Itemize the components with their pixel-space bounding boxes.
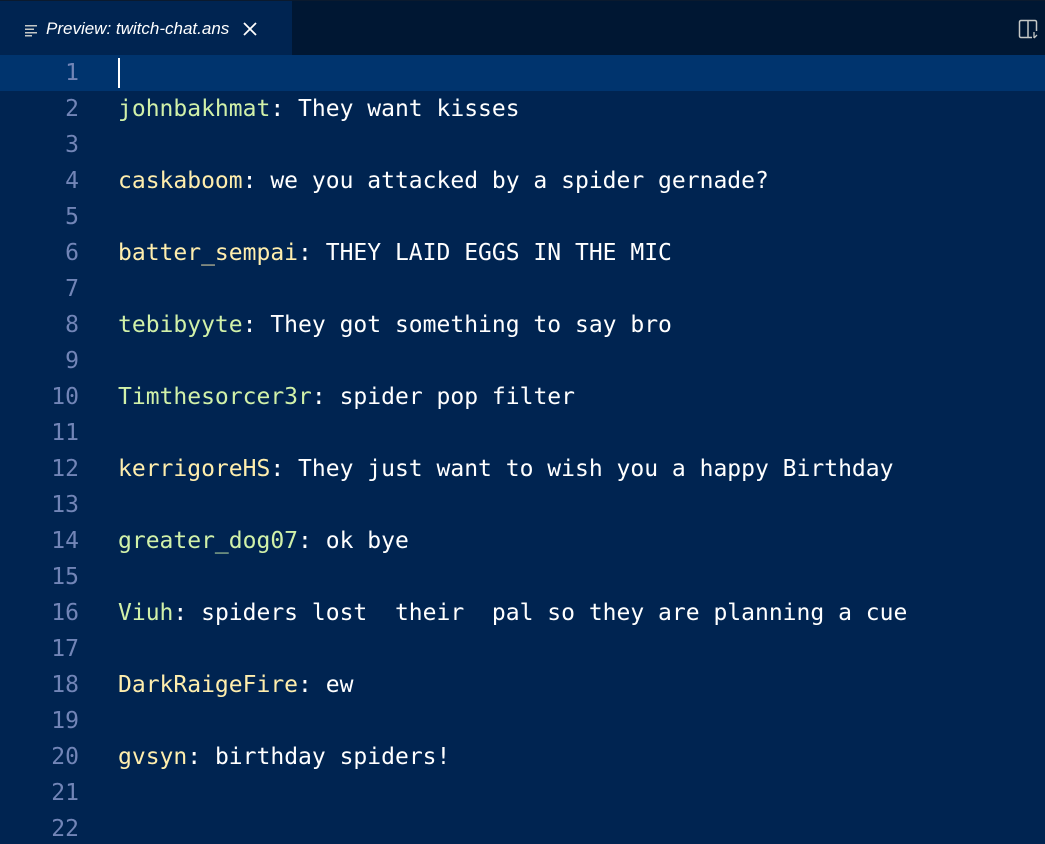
editor-line[interactable]: 17	[0, 631, 1045, 667]
chat-message: tebibyyte: They got something to say bro	[118, 307, 672, 343]
editor-line[interactable]: 8 tebibyyte: They got something to say br…	[0, 307, 1045, 343]
editor-line[interactable]: 21	[0, 775, 1045, 811]
text-cursor	[118, 58, 120, 88]
chat-separator: :	[311, 384, 340, 410]
chat-separator: :	[270, 456, 299, 482]
close-icon[interactable]	[241, 20, 259, 38]
chat-message: batter_sempai: THEY LAID EGGS IN THE MIC	[118, 235, 672, 271]
editor-line[interactable]: 4 caskaboom: we you attacked by a spider …	[0, 163, 1045, 199]
line-number: 7	[65, 276, 79, 302]
current-line[interactable]: 1	[0, 55, 1045, 91]
line-number: 15	[51, 564, 79, 590]
line-number: 4	[65, 168, 79, 194]
line-number: 18	[51, 672, 79, 698]
tab-preview-twitch-chat[interactable]: Preview: twitch-chat.ans	[0, 1, 292, 56]
line-number: 16	[51, 600, 79, 626]
editor-line[interactable]: 13	[0, 487, 1045, 523]
chat-message: caskaboom: we you attacked by a spider g…	[118, 163, 769, 199]
chat-message: johnbakhmat: They want kisses	[118, 91, 520, 127]
line-number: 10	[51, 384, 79, 410]
chat-text: THEY LAID EGGS IN THE MIC	[325, 240, 672, 266]
chat-text: They want kisses	[298, 96, 520, 122]
chat-text: spiders lost their pal so they are plann…	[201, 600, 908, 626]
line-number: 6	[65, 240, 79, 266]
chat-username: caskaboom	[118, 168, 243, 194]
line-number: 9	[65, 348, 79, 374]
editor-line[interactable]: 10 Timthesorcer3r: spider pop filter	[0, 379, 1045, 415]
chat-message: kerrigoreHS: They just want to wish you …	[118, 451, 893, 487]
chat-text: birthday spiders!	[214, 744, 451, 770]
editor-window: Preview: twitch-chat.ans 1 2 johnbakhmat: …	[0, 0, 1045, 844]
chat-message: Timthesorcer3r: spider pop filter	[118, 379, 575, 415]
editor-content[interactable]: 1 2 johnbakhmat: They want kisses 3 4 caskabo…	[0, 55, 1045, 844]
chat-username: kerrigoreHS	[118, 456, 271, 482]
chat-separator: :	[270, 96, 299, 122]
chat-username: gvsyn	[118, 744, 188, 770]
editor-line[interactable]: 3	[0, 127, 1045, 163]
line-number: 2	[65, 96, 79, 122]
line-number: 13	[51, 492, 79, 518]
editor-line[interactable]: 12 kerrigoreHS: They just want to wish yo…	[0, 451, 1045, 487]
line-number: 14	[51, 528, 79, 554]
chat-username: johnbakhmat	[118, 96, 271, 122]
split-editor-icon[interactable]	[1017, 17, 1041, 41]
chat-username: greater_dog07	[118, 528, 299, 554]
chat-username: Viuh	[118, 600, 174, 626]
editor-line[interactable]: 9	[0, 343, 1045, 379]
line-number: 20	[51, 744, 79, 770]
editor-line[interactable]: 22	[0, 811, 1045, 844]
chat-text: we you attacked by a spider gernade?	[270, 168, 769, 194]
line-number: 1	[65, 60, 79, 86]
chat-message: greater_dog07: ok bye	[118, 523, 409, 559]
editor-line[interactable]: 6 batter_sempai: THEY LAID EGGS IN THE MI…	[0, 235, 1045, 271]
preview-lines-icon	[24, 22, 38, 36]
chat-separator: :	[298, 528, 326, 554]
chat-separator: :	[298, 240, 326, 266]
chat-text: ew	[325, 672, 354, 698]
chat-message: gvsyn: birthday spiders!	[118, 739, 450, 775]
tab-bar: Preview: twitch-chat.ans	[0, 0, 1045, 56]
chat-username: DarkRaigeFire	[118, 672, 299, 698]
editor-line[interactable]: 11	[0, 415, 1045, 451]
chat-separator: :	[173, 600, 202, 626]
line-number: 17	[51, 636, 79, 662]
editor-line[interactable]: 5	[0, 199, 1045, 235]
chat-text: They got something to say bro	[270, 312, 672, 338]
chat-separator: :	[187, 744, 215, 770]
editor-line[interactable]: 19	[0, 703, 1045, 739]
line-number: 12	[51, 456, 79, 482]
chat-message: DarkRaigeFire: ew	[118, 667, 353, 703]
line-number: 3	[65, 132, 79, 158]
tab-title: Preview: twitch-chat.ans	[46, 18, 230, 38]
chat-separator: :	[242, 312, 271, 338]
chat-text: spider pop filter	[339, 384, 575, 410]
line-number: 22	[51, 816, 79, 842]
editor-line[interactable]: 7	[0, 271, 1045, 307]
chat-username: tebibyyte	[118, 312, 243, 338]
editor-line[interactable]: 20 gvsyn: birthday spiders!	[0, 739, 1045, 775]
line-number: 8	[65, 312, 79, 338]
chat-text: They just want to wish you a happy Birth…	[298, 456, 894, 482]
chat-username: batter_sempai	[118, 240, 299, 266]
line-number: 21	[51, 780, 79, 806]
chat-separator: :	[298, 672, 326, 698]
chat-username: Timthesorcer3r	[118, 384, 312, 410]
chat-text: ok bye	[325, 528, 409, 554]
chat-message: Viuh: spiders lost their pal so they are…	[118, 595, 907, 631]
editor-line[interactable]: 16 Viuh: spiders lost their pal so they a…	[0, 595, 1045, 631]
editor-line[interactable]: 18 DarkRaigeFire: ew	[0, 667, 1045, 703]
editor-line[interactable]: 14 greater_dog07: ok bye	[0, 523, 1045, 559]
line-number: 19	[51, 708, 79, 734]
editor-line[interactable]: 15	[0, 559, 1045, 595]
editor-line[interactable]: 2 johnbakhmat: They want kisses	[0, 91, 1045, 127]
line-number: 5	[65, 204, 79, 230]
chat-separator: :	[242, 168, 271, 194]
line-number: 11	[51, 420, 79, 446]
